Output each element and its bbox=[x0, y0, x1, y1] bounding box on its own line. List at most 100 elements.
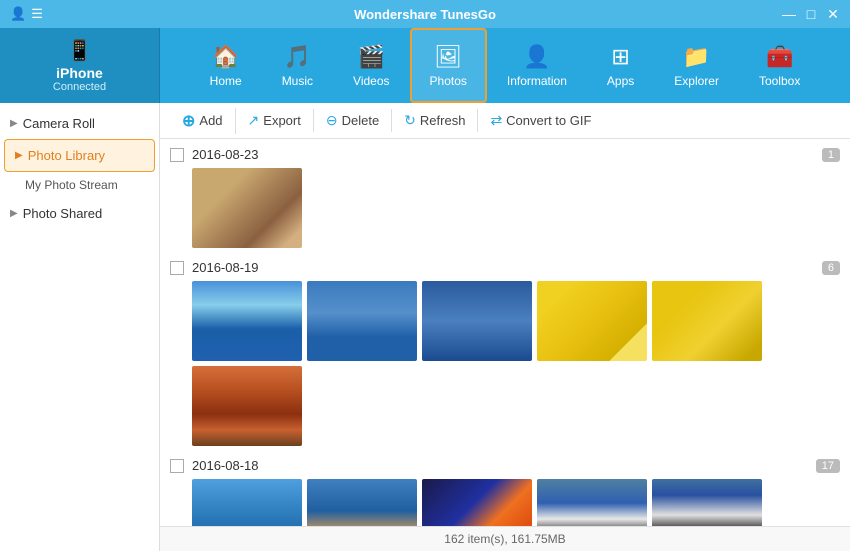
tab-videos[interactable]: 🎬 Videos bbox=[333, 28, 409, 103]
menu-icon[interactable]: ☰ bbox=[31, 6, 43, 22]
tab-music-label: Music bbox=[282, 74, 313, 88]
photo-group-2016-08-23: 2016-08-23 1 bbox=[170, 147, 840, 248]
tab-apps[interactable]: ⊞ Apps bbox=[587, 28, 654, 103]
export-button[interactable]: ↗ Export bbox=[236, 109, 314, 132]
photo-thumb-yellow1[interactable] bbox=[537, 281, 647, 361]
app-title: Wondershare TunesGo bbox=[354, 7, 496, 22]
nav-bar: 📱 iPhone Connected 🏠 Home 🎵 Music 🎬 Vide… bbox=[0, 28, 850, 103]
photo-group-2016-08-18: 2016-08-18 17 bbox=[170, 458, 840, 526]
photo-thumb-penguin1[interactable] bbox=[537, 479, 647, 526]
tab-music[interactable]: 🎵 Music bbox=[262, 28, 333, 103]
tab-information-label: Information bbox=[507, 74, 567, 88]
photo-group-2016-08-19: 2016-08-19 6 bbox=[170, 260, 840, 446]
delete-button[interactable]: ⊖ Delete bbox=[314, 109, 392, 132]
tab-home-label: Home bbox=[210, 74, 242, 88]
sidebar-item-camera-roll[interactable]: ▶ Camera Roll bbox=[0, 108, 159, 139]
content-area: ⊕ Add ↗ Export ⊖ Delete ↻ Refresh ⇄ Conv… bbox=[160, 103, 850, 551]
apps-icon: ⊞ bbox=[611, 44, 629, 70]
toolbar: ⊕ Add ↗ Export ⊖ Delete ↻ Refresh ⇄ Conv… bbox=[160, 103, 850, 139]
expand-arrow-active: ▶ bbox=[15, 150, 23, 161]
group-date-2016-08-18: 2016-08-18 bbox=[192, 458, 816, 473]
delete-icon: ⊖ bbox=[326, 112, 338, 129]
refresh-button[interactable]: ↻ Refresh bbox=[392, 109, 478, 132]
photo-thumb-penguin2[interactable] bbox=[652, 479, 762, 526]
photo-grid-2016-08-18 bbox=[192, 479, 840, 526]
music-icon: 🎵 bbox=[284, 44, 311, 70]
photo-thumb-phone3[interactable] bbox=[422, 281, 532, 361]
group-count-2016-08-18: 17 bbox=[816, 459, 840, 473]
expand-arrow: ▶ bbox=[10, 118, 18, 129]
photo-thumb-jellyfish[interactable] bbox=[422, 479, 532, 526]
convert-icon: ⇄ bbox=[490, 112, 502, 129]
photo-thumb-phone4[interactable] bbox=[192, 479, 302, 526]
sidebar-my-photo-stream-label: My Photo Stream bbox=[25, 178, 118, 192]
refresh-label: Refresh bbox=[420, 113, 466, 128]
group-count-2016-08-19: 6 bbox=[822, 261, 840, 275]
device-status: Connected bbox=[53, 81, 106, 93]
tab-information[interactable]: 👤 Information bbox=[487, 28, 587, 103]
tab-toolbox[interactable]: 🧰 Toolbox bbox=[739, 28, 820, 103]
tab-photos-label: Photos bbox=[430, 74, 467, 88]
photo-thumb-mountain[interactable] bbox=[307, 479, 417, 526]
status-bar: 162 item(s), 161.75MB bbox=[160, 526, 850, 551]
device-info: 📱 iPhone Connected bbox=[0, 28, 160, 103]
export-icon: ↗ bbox=[248, 112, 260, 129]
sidebar-photo-shared-label: Photo Shared bbox=[23, 206, 103, 221]
title-bar-left: 👤 ☰ bbox=[10, 6, 43, 22]
add-button[interactable]: ⊕ Add bbox=[170, 108, 236, 134]
tab-videos-label: Videos bbox=[353, 74, 389, 88]
device-icon: 📱 bbox=[67, 38, 92, 63]
photo-thumb-phone1[interactable] bbox=[192, 281, 302, 361]
refresh-icon: ↻ bbox=[404, 112, 416, 129]
group-checkbox-2016-08-19[interactable] bbox=[170, 261, 184, 275]
delete-label: Delete bbox=[342, 113, 380, 128]
maximize-button[interactable]: □ bbox=[802, 5, 820, 23]
title-bar: 👤 ☰ Wondershare TunesGo — □ ✕ bbox=[0, 0, 850, 28]
group-header-2016-08-19: 2016-08-19 6 bbox=[170, 260, 840, 275]
sidebar-item-my-photo-stream[interactable]: My Photo Stream bbox=[0, 172, 159, 198]
convert-label: Convert to GIF bbox=[506, 113, 591, 128]
group-checkbox-2016-08-18[interactable] bbox=[170, 459, 184, 473]
sidebar-photo-library-label: Photo Library bbox=[28, 148, 105, 163]
videos-icon: 🎬 bbox=[358, 44, 385, 70]
photo-grid-2016-08-23 bbox=[192, 168, 840, 248]
photos-icon: 🖼 bbox=[434, 44, 462, 70]
tab-home[interactable]: 🏠 Home bbox=[190, 28, 262, 103]
window-controls: — □ ✕ bbox=[780, 5, 842, 23]
toolbox-icon: 🧰 bbox=[766, 44, 793, 70]
photo-thumb-dog[interactable] bbox=[192, 168, 302, 248]
tab-photos[interactable]: 🖼 Photos bbox=[410, 28, 487, 103]
photo-thumb-phone2[interactable] bbox=[307, 281, 417, 361]
tab-explorer[interactable]: 📁 Explorer bbox=[654, 28, 739, 103]
status-text: 162 item(s), 161.75MB bbox=[444, 532, 565, 546]
home-icon: 🏠 bbox=[212, 44, 239, 70]
close-button[interactable]: ✕ bbox=[824, 5, 842, 23]
information-icon: 👤 bbox=[523, 44, 550, 70]
photo-thumb-coastal[interactable] bbox=[192, 366, 302, 446]
tab-apps-label: Apps bbox=[607, 74, 634, 88]
minimize-button[interactable]: — bbox=[780, 5, 798, 23]
group-header-2016-08-18: 2016-08-18 17 bbox=[170, 458, 840, 473]
sidebar-camera-roll-label: Camera Roll bbox=[23, 116, 95, 131]
export-label: Export bbox=[263, 113, 301, 128]
group-date-2016-08-19: 2016-08-19 bbox=[192, 260, 822, 275]
photo-list[interactable]: 2016-08-23 1 2016-08-19 6 bbox=[160, 139, 850, 526]
nav-tabs: 🏠 Home 🎵 Music 🎬 Videos 🖼 Photos 👤 Infor… bbox=[160, 28, 850, 103]
add-label: Add bbox=[199, 113, 222, 128]
device-name: iPhone bbox=[56, 65, 103, 81]
user-icon[interactable]: 👤 bbox=[10, 6, 26, 22]
expand-arrow-shared: ▶ bbox=[10, 208, 18, 219]
sidebar: ▶ Camera Roll ▶ Photo Library My Photo S… bbox=[0, 103, 160, 551]
sidebar-item-photo-library[interactable]: ▶ Photo Library bbox=[4, 139, 155, 172]
group-checkbox-2016-08-23[interactable] bbox=[170, 148, 184, 162]
sidebar-item-photo-shared[interactable]: ▶ Photo Shared bbox=[0, 198, 159, 229]
tab-explorer-label: Explorer bbox=[674, 74, 719, 88]
photo-thumb-yellow2[interactable] bbox=[652, 281, 762, 361]
group-header-2016-08-23: 2016-08-23 1 bbox=[170, 147, 840, 162]
group-count-2016-08-23: 1 bbox=[822, 148, 840, 162]
tab-toolbox-label: Toolbox bbox=[759, 74, 800, 88]
convert-button[interactable]: ⇄ Convert to GIF bbox=[478, 109, 603, 132]
photo-grid-2016-08-19 bbox=[192, 281, 840, 446]
add-icon: ⊕ bbox=[182, 111, 195, 131]
group-date-2016-08-23: 2016-08-23 bbox=[192, 147, 822, 162]
